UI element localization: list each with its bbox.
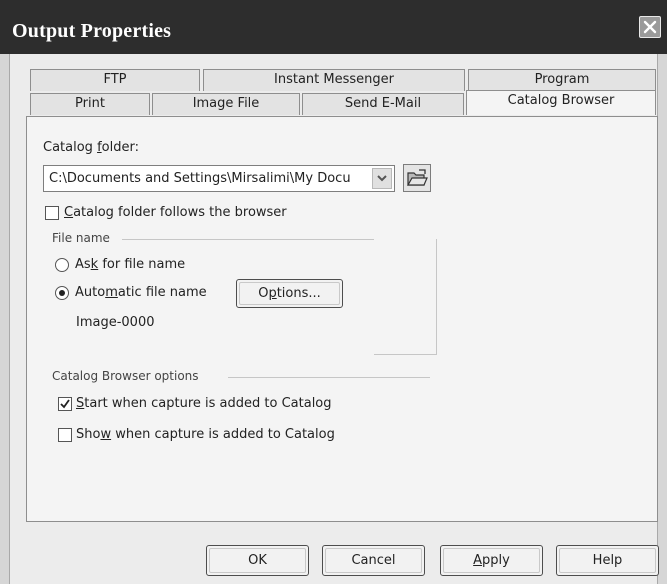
tab-ftp[interactable]: FTP [30,69,200,91]
file-name-preview: Image-0000 [76,315,155,330]
open-folder-icon [406,169,428,186]
catalog-folder-value: C:\Documents and Settings\Mirsalimi\My D… [49,171,351,186]
label-part: tart when capture is added to Catalog [84,396,332,411]
ask-file-name-label[interactable]: Ask for file name [75,257,185,272]
close-button[interactable] [639,16,661,38]
file-name-group-title: File name [52,231,110,245]
automatic-file-name-label[interactable]: Automatic file name [75,285,207,300]
group-divider [122,239,374,240]
window-title: Output Properties [12,20,172,42]
tab-label: Image File [192,96,260,111]
group-divider [436,239,437,355]
mnemonic: m [105,285,118,300]
label-part: Catalog [43,140,98,155]
browser-options-group-title: Catalog Browser options [52,369,199,383]
label-part: older: [101,140,139,155]
close-icon [643,20,657,34]
tab-label: FTP [103,72,127,87]
title-bar: Output Properties [0,0,667,54]
chevron-down-icon [377,175,387,182]
tab-catalog-browser[interactable]: Catalog Browser [466,90,656,115]
mnemonic: C [64,205,74,220]
button-label: Help [592,553,623,568]
label-part: tions... [276,286,321,301]
group-divider [374,354,436,355]
window-frame-left [0,54,10,584]
button-label: OK [248,553,267,568]
label-part: atic file name [117,285,207,300]
cancel-button[interactable]: Cancel [322,545,425,576]
tab-image-file[interactable]: Image File [152,93,300,115]
tab-program[interactable]: Program [468,69,656,91]
show-when-added-label[interactable]: Show when capture is added to Catalog [76,427,335,442]
help-button[interactable]: Help [556,545,659,576]
checkmark-icon [60,399,70,409]
button-label: pply [482,553,510,568]
label-part: Sho [76,427,101,442]
options-button[interactable]: Options... [236,279,343,308]
catalog-folder-combo[interactable]: C:\Documents and Settings\Mirsalimi\My D… [43,165,395,192]
label-part: when capture is added to Catalog [111,427,335,442]
button-label: Cancel [351,553,396,568]
label-part: O [258,286,269,301]
label-part: for file name [98,257,186,272]
group-divider [228,377,430,378]
start-when-added-label[interactable]: Start when capture is added to Catalog [76,396,332,411]
label-part: As [75,257,91,272]
radio-selected-dot [59,290,65,296]
window-frame-right [657,54,667,584]
tab-send-email[interactable]: Send E-Mail [302,93,464,115]
tab-label: Catalog Browser [507,93,615,108]
tab-instant-messenger[interactable]: Instant Messenger [203,69,465,91]
tab-print[interactable]: Print [30,93,150,115]
mnemonic: A [473,553,483,568]
tab-label: Send E-Mail [344,96,422,111]
show-when-added-checkbox[interactable] [58,428,72,442]
tab-label: Program [534,72,590,87]
output-properties-window: Output Properties FTP Instant Messenger … [0,0,667,584]
apply-button[interactable]: Apply [440,545,543,576]
automatic-file-name-radio[interactable] [55,286,69,300]
follows-browser-checkbox[interactable] [45,206,59,220]
mnemonic: p [268,286,277,301]
start-when-added-checkbox[interactable] [58,397,72,411]
combo-dropdown-button[interactable] [372,168,392,189]
mnemonic: w [100,427,112,442]
ask-file-name-radio[interactable] [55,258,69,272]
browse-folder-button[interactable] [403,164,431,192]
label-part: atalog folder follows the browser [73,205,287,220]
ok-button[interactable]: OK [206,545,309,576]
catalog-folder-label: Catalog folder: [43,140,139,155]
follows-browser-label[interactable]: Catalog folder follows the browser [64,205,287,220]
tab-label: Print [75,96,105,111]
label-part: Auto [75,285,106,300]
tab-label: Instant Messenger [274,72,394,87]
